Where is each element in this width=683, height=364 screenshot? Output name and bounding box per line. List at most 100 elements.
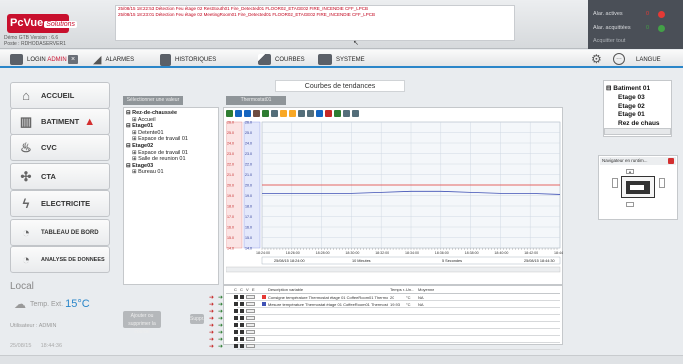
tree-item[interactable]: ⊟ Etage03 bbox=[126, 163, 153, 169]
nav-historiques[interactable]: HISTORIQUES bbox=[160, 53, 216, 66]
toolbar-button-icon[interactable] bbox=[334, 110, 341, 117]
table-row[interactable] bbox=[237, 329, 560, 336]
tree-item[interactable]: ⊟ Etage01 bbox=[126, 123, 153, 129]
toolbar-button-icon[interactable] bbox=[244, 110, 251, 117]
grid-column-header[interactable]: V bbox=[246, 287, 249, 292]
row-checkbox[interactable] bbox=[234, 302, 238, 306]
toolbar-button-icon[interactable] bbox=[298, 110, 305, 117]
building-tree-item[interactable]: Rez de chaus bbox=[618, 120, 660, 127]
move-right-arrow-icon[interactable]: ➜ bbox=[209, 315, 214, 322]
tree-item[interactable]: ⊞ Accueil bbox=[132, 117, 156, 123]
move-left-arrow-icon[interactable]: ➜ bbox=[218, 308, 223, 315]
row-view-icon[interactable] bbox=[246, 316, 255, 320]
menu-analyse-donnees[interactable]: ◔ ANALYSE DE DONNEES bbox=[10, 246, 110, 273]
menu-cta[interactable]: ✣ CTA bbox=[10, 163, 110, 190]
nav-courbes[interactable]: COURBES bbox=[258, 53, 305, 66]
tab-thermostat[interactable]: Thermostat01 bbox=[226, 96, 286, 105]
move-left-arrow-icon[interactable]: ➜ bbox=[218, 294, 223, 301]
building-tree-scrollbar[interactable] bbox=[604, 128, 671, 135]
row-view-icon[interactable] bbox=[246, 330, 255, 334]
tree-item[interactable]: ⊟ Etage02 bbox=[126, 143, 153, 149]
menu-tableau-de-bord[interactable]: ◔ TABLEAU DE BORD bbox=[10, 219, 110, 246]
ack-all-button[interactable]: Acquitter tout bbox=[593, 38, 625, 44]
row-view-icon[interactable] bbox=[246, 302, 255, 306]
login-button[interactable]: LOGIN ADMIN bbox=[10, 53, 67, 66]
move-right-arrow-icon[interactable]: ➜ bbox=[209, 343, 214, 350]
logout-icon[interactable]: × bbox=[68, 55, 78, 64]
row-view-icon[interactable] bbox=[246, 337, 255, 341]
grid-column-header[interactable]: Un... bbox=[406, 287, 414, 292]
toolbar-button-icon[interactable] bbox=[226, 110, 233, 117]
trend-chart[interactable]: 14.0 14.0 15.0 15.0 16.0 16.0 17.0 17.0 18.0 18.0… bbox=[226, 120, 563, 276]
move-left-arrow-icon[interactable]: ➜ bbox=[218, 336, 223, 343]
language-button[interactable]: LANGUE bbox=[636, 53, 661, 66]
toolbar-button-icon[interactable] bbox=[262, 110, 269, 117]
building-tree-item[interactable]: Etage 02 bbox=[618, 103, 645, 110]
toolbar-button-icon[interactable] bbox=[271, 110, 278, 117]
move-right-arrow-icon[interactable]: ➜ bbox=[209, 336, 214, 343]
tree-item[interactable]: ⊞ Espace de travail 01 bbox=[132, 150, 188, 156]
table-row[interactable] bbox=[237, 308, 560, 315]
move-right-arrow-icon[interactable]: ➜ bbox=[209, 329, 214, 336]
delete-button[interactable]: Suppr. bbox=[190, 314, 204, 324]
row-checkbox[interactable] bbox=[234, 330, 238, 334]
grid-column-header[interactable]: Moyenne bbox=[418, 287, 434, 292]
move-right-arrow-icon[interactable]: ➜ bbox=[209, 322, 214, 329]
tree-item[interactable]: ⊞ Bureau 01 bbox=[132, 169, 164, 175]
menu-batiment[interactable]: ▥ BATIMENT ▲ bbox=[10, 108, 110, 135]
move-left-arrow-icon[interactable]: ➜ bbox=[218, 301, 223, 308]
navigator-close-icon[interactable] bbox=[668, 158, 674, 164]
table-row[interactable] bbox=[237, 315, 560, 322]
settings-gear-icon[interactable]: ⚙ bbox=[591, 52, 602, 66]
alarm-banner[interactable]: 25/08/15 18:22:53 Détection Feu étage 02… bbox=[115, 5, 515, 41]
grid-column-header[interactable]: E bbox=[252, 287, 255, 292]
toolbar-button-icon[interactable] bbox=[352, 110, 359, 117]
toolbar-button-icon[interactable] bbox=[235, 110, 242, 117]
move-right-arrow-icon[interactable]: ➜ bbox=[209, 301, 214, 308]
building-tree-root[interactable]: ⊟ Batiment 01 bbox=[606, 84, 650, 92]
toolbar-button-icon[interactable] bbox=[289, 110, 296, 117]
alarm-row-2[interactable]: 25/08/15 18:23:01 Détection Feu étage 02… bbox=[116, 12, 514, 18]
grid-column-header[interactable]: C bbox=[240, 287, 243, 292]
table-row[interactable] bbox=[237, 322, 560, 329]
toolbar-button-icon[interactable] bbox=[253, 110, 260, 117]
nav-alarmes[interactable]: ◢ ALARMES bbox=[93, 53, 134, 66]
building-tree-item[interactable]: Etage 03 bbox=[618, 94, 645, 101]
toolbar-button-icon[interactable] bbox=[307, 110, 314, 117]
toolbar-button-icon[interactable] bbox=[316, 110, 323, 117]
menu-cvc[interactable]: ♨ CVC bbox=[10, 134, 110, 161]
grid-column-header[interactable]: C bbox=[234, 287, 237, 292]
move-right-arrow-icon[interactable]: ➜ bbox=[209, 294, 214, 301]
tree-item[interactable]: ⊞ Salle de reunion 01 bbox=[132, 156, 186, 162]
row-checkbox[interactable] bbox=[234, 309, 238, 313]
row-view-icon[interactable] bbox=[246, 323, 255, 327]
toolbar-button-icon[interactable] bbox=[343, 110, 350, 117]
tab-select-value[interactable]: Sélectionner une valeur bbox=[123, 96, 183, 105]
toolbar-button-icon[interactable] bbox=[280, 110, 287, 117]
move-left-arrow-icon[interactable]: ➜ bbox=[218, 315, 223, 322]
add-remove-curve-button[interactable]: Ajouter ou supprimer la courbe bbox=[123, 311, 161, 335]
grid-column-header[interactable]: Description variable bbox=[268, 287, 303, 292]
row-view-icon[interactable] bbox=[246, 344, 255, 348]
tree-item[interactable]: ⊟ Rez-de-chaussée bbox=[126, 110, 177, 116]
navigator-down-arrow[interactable] bbox=[626, 202, 634, 207]
row-view-icon[interactable] bbox=[246, 309, 255, 313]
chat-icon[interactable]: … bbox=[613, 53, 625, 65]
tree-item[interactable]: ⊞ Espace de travail 01 bbox=[132, 136, 188, 142]
grid-column-header[interactable]: Temps r... bbox=[390, 287, 407, 292]
move-left-arrow-icon[interactable]: ➜ bbox=[218, 343, 223, 350]
row-checkbox[interactable] bbox=[234, 337, 238, 341]
row-checkbox[interactable] bbox=[234, 295, 238, 299]
building-tree-item[interactable]: Etage 01 bbox=[618, 111, 645, 118]
navigator-left-arrow[interactable] bbox=[612, 178, 618, 188]
tree-item[interactable]: ⊞ Detente01 bbox=[132, 130, 164, 136]
navigator-right-arrow[interactable] bbox=[659, 178, 665, 188]
move-right-arrow-icon[interactable]: ➜ bbox=[209, 308, 214, 315]
toolbar-button-icon[interactable] bbox=[325, 110, 332, 117]
move-left-arrow-icon[interactable]: ➜ bbox=[218, 329, 223, 336]
menu-accueil[interactable]: ⌂ ACCUEIL bbox=[10, 82, 110, 109]
row-view-icon[interactable] bbox=[246, 295, 255, 299]
navigator-preview[interactable] bbox=[621, 176, 655, 198]
navigator-up-arrow[interactable]: ▲ bbox=[626, 169, 634, 174]
nav-systeme[interactable]: SYSTEME bbox=[318, 53, 365, 66]
